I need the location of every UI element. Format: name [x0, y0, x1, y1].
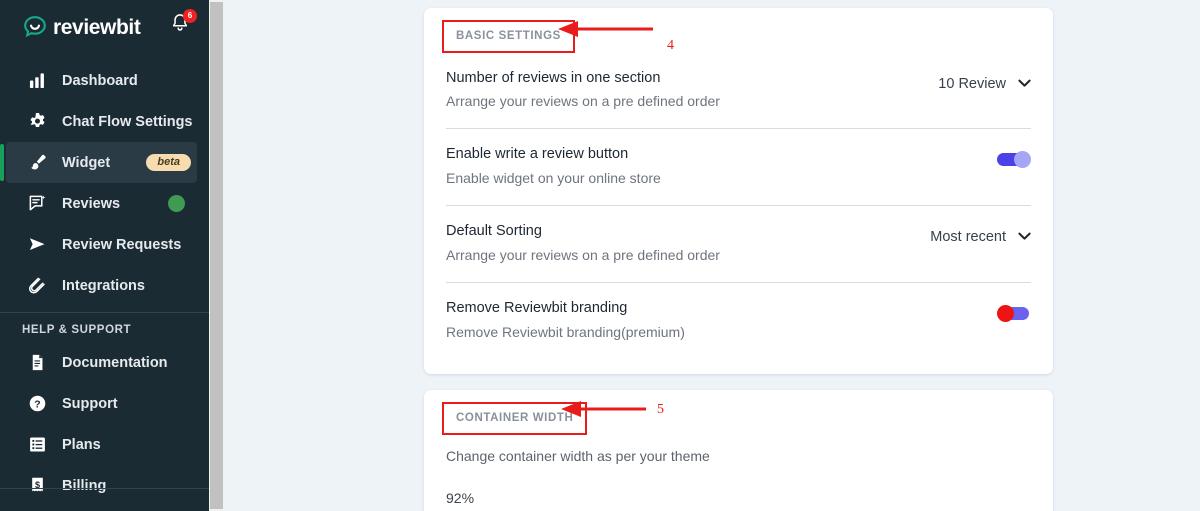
sidebar-item-reviews[interactable]: Reviews — [0, 183, 209, 224]
setting-row-number-of-reviews: Number of reviews in one section Arrange… — [446, 53, 1031, 130]
setting-subtitle: Enable widget on your online store — [446, 170, 661, 186]
chevron-down-icon — [1018, 229, 1031, 245]
reviews-status-dot — [168, 195, 185, 212]
sidebar-item-chat-flow-settings[interactable]: Chat Flow Settings — [0, 101, 209, 142]
sidebar-item-label: Review Requests — [62, 236, 182, 253]
dollar-receipt-icon: $ — [26, 476, 48, 495]
sidebar-item-documentation[interactable]: Documentation — [0, 342, 209, 383]
svg-text:?: ? — [34, 400, 40, 411]
setting-title: Default Sorting — [446, 223, 542, 239]
select-value: Most recent — [930, 229, 1006, 245]
basic-settings-header: BASIC SETTINGS — [442, 20, 575, 53]
sidebar-bottom-divider — [0, 488, 209, 489]
bar-chart-icon — [26, 72, 48, 89]
setting-subtitle: Remove Reviewbit branding(premium) — [446, 323, 685, 340]
beta-badge: beta — [146, 154, 191, 171]
enable-write-review-toggle[interactable] — [997, 151, 1031, 169]
sidebar-item-label: Documentation — [62, 354, 168, 371]
annotation-number-5: 5 — [657, 402, 664, 417]
default-sorting-select[interactable]: Most recent — [930, 229, 1031, 245]
setting-text: Default Sorting Arrange your reviews on … — [446, 221, 914, 266]
sidebar-item-label: Support — [62, 395, 118, 412]
annotation-number-4: 4 — [667, 38, 674, 53]
sidebar-section-help-support: HELP & SUPPORT — [22, 324, 132, 336]
send-paper-plane-icon — [26, 235, 48, 254]
sidebar-item-label: Widget — [62, 154, 111, 171]
paperclip-icon — [26, 276, 48, 295]
chat-bubble-smile-icon — [22, 14, 48, 40]
remove-branding-toggle[interactable] — [997, 304, 1031, 322]
setting-control: Most recent — [930, 221, 1031, 245]
container-width-value: 92% — [446, 489, 475, 506]
sidebar-nav: Dashboard Chat Flow Settings Widget beta… — [0, 60, 209, 506]
sidebar-item-plans[interactable]: Plans — [0, 424, 209, 465]
toggle-knob — [997, 304, 1014, 322]
basic-settings-rows: Number of reviews in one section Arrange… — [424, 53, 1053, 359]
setting-text: Number of reviews in one section Arrange… — [446, 68, 922, 113]
main-content: BASIC SETTINGS Number of reviews in one … — [225, 0, 1200, 511]
container-width-card: CONTAINER WIDTH Change container width a… — [424, 390, 1053, 511]
setting-title: Enable write a review button — [446, 146, 629, 163]
container-width-subtitle: Change container width as per your theme — [446, 447, 710, 464]
sidebar-item-label: Reviews — [62, 195, 121, 212]
paint-brush-icon — [26, 153, 48, 172]
setting-control — [997, 298, 1031, 322]
brand-logo[interactable]: reviewbit — [22, 14, 141, 40]
sidebar-item-support[interactable]: ? Support — [0, 383, 209, 424]
sidebar-item-widget[interactable]: Widget beta — [0, 142, 197, 183]
sidebar-item-integrations[interactable]: Integrations — [0, 265, 209, 306]
brand-name: reviewbit — [53, 15, 141, 39]
review-message-icon — [26, 194, 48, 213]
sidebar-item-label: Chat Flow Settings — [62, 113, 193, 130]
sidebar-item-label: Plans — [62, 436, 101, 453]
reviews-per-section-select[interactable]: 10 Review — [938, 76, 1031, 92]
setting-control — [997, 144, 1031, 169]
setting-title: Remove Reviewbit branding — [446, 299, 628, 316]
setting-text: Enable write a review button Enable widg… — [446, 144, 981, 189]
sidebar: reviewbit 6 Dashboard Chat Flow Settings… — [0, 0, 209, 511]
brand-header: reviewbit 6 — [0, 0, 209, 54]
container-width-header: CONTAINER WIDTH — [442, 402, 588, 435]
basic-settings-card: BASIC SETTINGS Number of reviews in one … — [424, 8, 1053, 374]
select-value: 10 Review — [938, 75, 1006, 92]
setting-subtitle: Arrange your reviews on a pre defined or… — [446, 246, 720, 263]
chevron-down-icon — [1018, 76, 1031, 92]
sidebar-item-label: Integrations — [62, 277, 145, 294]
sidebar-item-billing[interactable]: $ Billing — [0, 465, 209, 506]
setting-title: Number of reviews in one section — [446, 69, 661, 86]
notifications-button[interactable]: 6 — [169, 9, 197, 38]
setting-control: 10 Review — [938, 68, 1031, 92]
setting-subtitle: Arrange your reviews on a pre defined or… — [446, 93, 720, 110]
container-width-body: Change container width as per your theme… — [424, 448, 1053, 511]
setting-row-enable-write-review: Enable write a review button Enable widg… — [446, 129, 1031, 206]
notification-badge: 6 — [183, 9, 197, 23]
gear-icon — [26, 112, 48, 131]
sidebar-item-review-requests[interactable]: Review Requests — [0, 224, 209, 265]
app-root: reviewbit 6 Dashboard Chat Flow Settings… — [0, 0, 1200, 511]
sidebar-item-label: Billing — [62, 477, 107, 494]
sidebar-item-label: Dashboard — [62, 72, 138, 89]
question-circle-icon: ? — [26, 394, 48, 413]
page-scrollbar[interactable] — [209, 0, 225, 511]
document-icon — [26, 353, 48, 372]
page-scrollbar-thumb[interactable] — [210, 2, 223, 509]
toggle-knob — [1014, 151, 1031, 169]
list-plans-icon — [26, 435, 48, 454]
bell-icon — [169, 14, 191, 38]
sidebar-item-dashboard[interactable]: Dashboard — [0, 60, 209, 101]
setting-row-remove-branding: Remove Reviewbit branding Remove Reviewb… — [446, 283, 1031, 359]
setting-text: Remove Reviewbit branding Remove Reviewb… — [446, 298, 981, 343]
setting-row-default-sorting: Default Sorting Arrange your reviews on … — [446, 206, 1031, 283]
